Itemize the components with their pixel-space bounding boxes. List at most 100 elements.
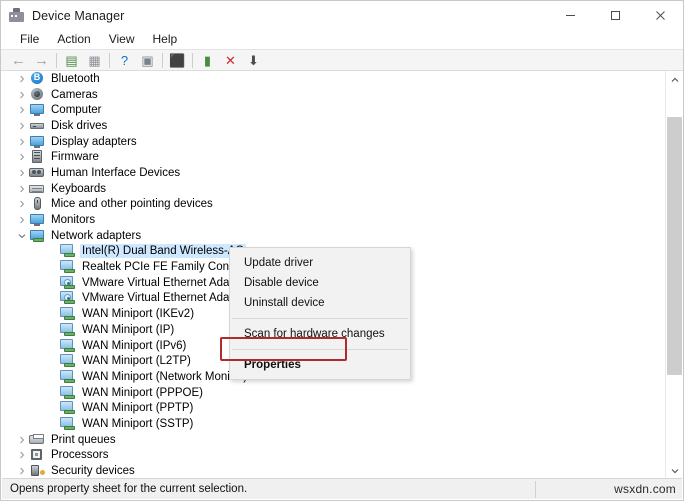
- scroll-up-arrow-icon[interactable]: [666, 71, 683, 88]
- scrollbar-thumb[interactable]: [667, 117, 682, 375]
- toolbar-separator: [56, 52, 57, 68]
- show-hide-console-tree-icon[interactable]: ▤: [60, 50, 83, 70]
- device-manager-icon: [8, 7, 25, 24]
- show-hide-console-tree-icon-glyph: ▤: [65, 52, 78, 68]
- tree-item[interactable]: Computer: [2, 102, 666, 118]
- tree-item[interactable]: Security devices: [2, 463, 666, 479]
- menu-view[interactable]: View: [100, 31, 144, 48]
- context-menu-separator: [232, 349, 408, 350]
- tree-item[interactable]: Processors: [2, 448, 666, 464]
- menu-action[interactable]: Action: [48, 31, 99, 48]
- tree-item-label: Keyboards: [51, 182, 106, 195]
- install-legacy-hardware-icon[interactable]: ⬇: [242, 50, 265, 70]
- processor-icon: [29, 448, 46, 462]
- update-driver-icon[interactable]: ▣: [136, 50, 159, 70]
- chevron-down-icon[interactable]: [14, 233, 29, 239]
- nic-icon: [60, 307, 77, 321]
- context-menu-item-uninstall-device[interactable]: Uninstall device: [230, 293, 410, 313]
- enable-device-icon[interactable]: ▮: [196, 50, 219, 70]
- nic-virtual-icon: [60, 291, 77, 305]
- tree-item[interactable]: Print queues: [2, 432, 666, 448]
- tree-item[interactable]: WAN Miniport (PPTP): [2, 400, 666, 416]
- install-legacy-hardware-icon-glyph: ⬇: [248, 52, 259, 68]
- help-icon-glyph: ?: [120, 52, 129, 68]
- toolbar-separator: [192, 52, 193, 68]
- context-menu[interactable]: Update driver Disable device Uninstall dev…: [229, 247, 411, 380]
- chevron-right-icon[interactable]: [14, 436, 29, 444]
- tree-item[interactable]: B Bluetooth: [2, 71, 666, 87]
- tree-item-label: VMware Virtual Ethernet Adap: [82, 276, 236, 289]
- tree-item-label: Processors: [51, 449, 109, 462]
- printer-icon: [29, 433, 46, 447]
- status-message: Opens property sheet for the current sel…: [10, 483, 248, 495]
- close-button[interactable]: [638, 1, 683, 30]
- tree-item-label: Computer: [51, 104, 102, 117]
- back-icon[interactable]: ←: [7, 50, 30, 70]
- tree-item[interactable]: Mice and other pointing devices: [2, 197, 666, 213]
- menu-file[interactable]: File: [11, 31, 48, 48]
- chevron-right-icon[interactable]: [14, 200, 29, 208]
- scan-for-hardware-changes-icon[interactable]: ⬛: [166, 50, 189, 70]
- chevron-right-icon[interactable]: [14, 467, 29, 475]
- context-menu-item-properties[interactable]: Properties: [230, 355, 410, 375]
- tree-item-label: Mice and other pointing devices: [51, 198, 213, 211]
- help-icon[interactable]: ?: [113, 50, 136, 70]
- tree-item-label: Display adapters: [51, 135, 137, 148]
- tree-item-label: Firmware: [51, 151, 99, 164]
- tree-item-label: WAN Miniport (IP): [82, 323, 175, 336]
- tree-item-label: Monitors: [51, 214, 96, 227]
- uninstall-device-icon[interactable]: ✕: [219, 50, 242, 70]
- scan-for-hardware-changes-icon-glyph: ⬛: [169, 52, 186, 68]
- tree-item[interactable]: Network adapters: [2, 228, 666, 244]
- tree-item-label: WAN Miniport (Network Monitor): [82, 370, 248, 383]
- menu-help[interactable]: Help: [144, 31, 187, 48]
- tree-item[interactable]: Monitors: [2, 212, 666, 228]
- nic-icon: [60, 244, 77, 258]
- chevron-right-icon[interactable]: [14, 169, 29, 177]
- vertical-scrollbar[interactable]: [665, 71, 683, 479]
- chevron-right-icon[interactable]: [14, 91, 29, 99]
- tree-item[interactable]: Cameras: [2, 87, 666, 103]
- tree-item-label: WAN Miniport (PPPOE): [82, 386, 203, 399]
- chevron-right-icon[interactable]: [14, 451, 29, 459]
- computer-icon: [29, 103, 46, 117]
- context-menu-item-disable-device[interactable]: Disable device: [230, 273, 410, 293]
- tree-item[interactable]: Disk drives: [2, 118, 666, 134]
- tree-item[interactable]: WAN Miniport (PPPOE): [2, 385, 666, 401]
- window-title: Device Manager: [32, 8, 125, 23]
- uninstall-device-icon-glyph: ✕: [225, 52, 236, 68]
- display-adapter-icon: [29, 135, 46, 149]
- context-menu-item-update-driver[interactable]: Update driver: [230, 253, 410, 273]
- tree-item-label: Security devices: [51, 465, 135, 478]
- context-menu-separator: [232, 318, 408, 319]
- nic-icon: [60, 416, 77, 431]
- chevron-right-icon[interactable]: [14, 122, 29, 130]
- chevron-right-icon[interactable]: [14, 185, 29, 193]
- tree-item[interactable]: Human Interface Devices: [2, 165, 666, 181]
- scroll-down-arrow-icon[interactable]: [666, 462, 683, 479]
- chevron-right-icon[interactable]: [14, 153, 29, 161]
- tree-item-label: Print queues: [51, 433, 116, 446]
- tree-item[interactable]: Display adapters: [2, 134, 666, 150]
- minimize-button[interactable]: [548, 1, 593, 30]
- chevron-right-icon[interactable]: [14, 75, 29, 83]
- forward-icon[interactable]: →: [30, 50, 53, 70]
- maximize-button[interactable]: [593, 1, 638, 30]
- tree-item-label: Cameras: [51, 88, 98, 101]
- tree-item-label: VMware Virtual Ethernet Adap: [82, 292, 236, 305]
- chevron-right-icon[interactable]: [14, 106, 29, 114]
- monitor-icon: [29, 213, 46, 227]
- context-menu-item-scan-for-hardware-changes[interactable]: Scan for hardware changes: [230, 324, 410, 344]
- tree-item-label: Network adapters: [51, 229, 142, 242]
- tree-item[interactable]: Keyboards: [2, 181, 666, 197]
- nic-icon: [60, 322, 77, 337]
- tree-item[interactable]: WAN Miniport (SSTP): [2, 416, 666, 432]
- toolbar: ← → ▤ ▦? ▣ ⬛ ▮ ✕ ⬇: [1, 49, 683, 71]
- chevron-right-icon[interactable]: [14, 138, 29, 146]
- tree-item-label: Disk drives: [51, 119, 108, 132]
- tree-item[interactable]: Firmware: [2, 149, 666, 165]
- nic-icon: [60, 354, 77, 368]
- tree-item-label: Bluetooth: [51, 72, 100, 85]
- properties-icon[interactable]: ▦: [83, 50, 106, 70]
- chevron-right-icon[interactable]: [14, 216, 29, 224]
